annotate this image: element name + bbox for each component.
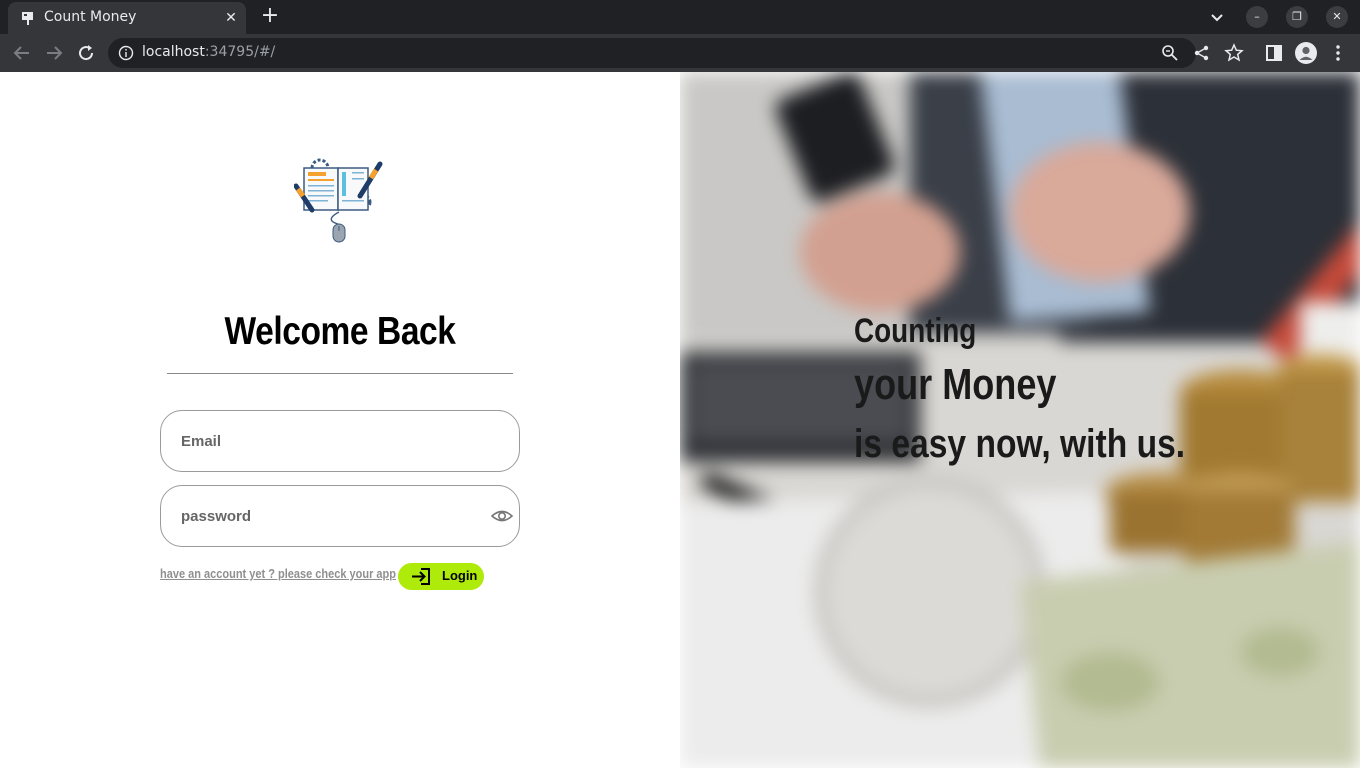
password-field-wrapper bbox=[160, 485, 520, 547]
browser-toolbar: localhost:34795/#/ bbox=[0, 34, 1360, 72]
reload-icon[interactable] bbox=[74, 41, 98, 65]
tab-search-icon[interactable] bbox=[1208, 8, 1226, 26]
blurred-money-photo bbox=[680, 72, 1360, 768]
favicon-icon bbox=[22, 12, 33, 25]
site-info-icon[interactable] bbox=[118, 45, 134, 61]
profile-avatar-icon[interactable] bbox=[1295, 42, 1317, 64]
url-text: localhost:34795/#/ bbox=[142, 44, 276, 60]
address-bar[interactable]: localhost:34795/#/ bbox=[108, 38, 1196, 68]
password-field[interactable] bbox=[181, 504, 481, 528]
bookmark-star-icon[interactable] bbox=[1224, 43, 1244, 63]
page: Welcome Back have an account yet ? pleas… bbox=[0, 72, 1360, 768]
email-field-wrapper bbox=[160, 410, 520, 472]
zoom-icon[interactable] bbox=[1160, 43, 1180, 63]
eye-icon[interactable] bbox=[491, 506, 513, 526]
hero-image bbox=[680, 72, 1360, 768]
login-button[interactable]: Login bbox=[398, 563, 484, 590]
tab-close-icon[interactable]: ✕ bbox=[222, 9, 240, 27]
title-divider bbox=[167, 373, 513, 374]
close-window-button[interactable]: ✕ bbox=[1326, 6, 1348, 28]
share-icon[interactable] bbox=[1192, 43, 1212, 63]
login-label: Login bbox=[442, 568, 478, 583]
menu-kebab-icon[interactable] bbox=[1328, 43, 1348, 63]
signup-link[interactable]: have an account yet ? please check your … bbox=[160, 567, 396, 581]
login-panel: Welcome Back have an account yet ? pleas… bbox=[0, 72, 680, 768]
forward-arrow-icon[interactable] bbox=[42, 41, 66, 65]
welcome-title: Welcome Back bbox=[224, 310, 456, 353]
email-field[interactable] bbox=[181, 429, 481, 453]
back-arrow-icon[interactable] bbox=[10, 41, 34, 65]
side-panel-icon[interactable] bbox=[1264, 43, 1284, 63]
new-tab-button[interactable]: + bbox=[258, 5, 282, 29]
tab-title: Count Money bbox=[44, 9, 137, 25]
hero-line-1: Counting bbox=[854, 312, 977, 350]
accounting-book-icon bbox=[294, 158, 383, 243]
browser-tabstrip: Count Money ✕ + – ❐ ✕ bbox=[0, 0, 1360, 34]
minimize-button[interactable]: – bbox=[1246, 6, 1268, 28]
restore-button[interactable]: ❐ bbox=[1286, 6, 1308, 28]
browser-tab[interactable]: Count Money ✕ bbox=[8, 2, 246, 34]
login-arrow-icon bbox=[412, 568, 430, 585]
hero-line-2: your Money bbox=[854, 360, 1057, 409]
hero-line-3: is easy now, with us. bbox=[854, 422, 1186, 466]
